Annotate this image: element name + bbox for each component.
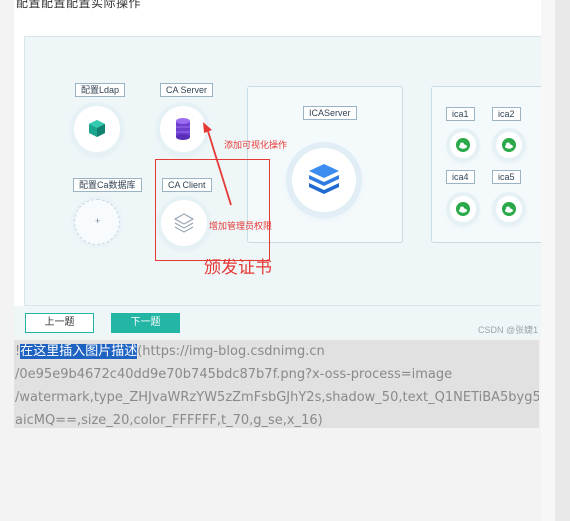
cloud-icon	[502, 202, 516, 216]
cloud-icon	[456, 202, 470, 216]
red-arrow-icon	[203, 122, 232, 206]
cloud-icon	[502, 138, 516, 152]
ica4-label: ica4	[446, 170, 475, 184]
stack-icon	[309, 164, 339, 194]
content-edge	[541, 0, 555, 521]
plus-icon: +	[95, 216, 101, 226]
annotation-issue-cert: 颁发证书	[204, 258, 272, 277]
screenshot-top-strip: 配置配置配置实际操作	[14, 0, 541, 20]
ca-database-label: 配置Ca数据库	[73, 178, 142, 192]
ica1-node[interactable]	[450, 132, 476, 158]
selected-alt-text[interactable]: 在这里插入图片描述	[20, 344, 138, 359]
embedded-screenshot: 配置配置配置实际操作 配置Ldap CA Server 配置Ca数据库 + CA…	[14, 0, 541, 338]
caption-line-3: /watermark,type_ZHJvaWRzYW5zZmFsbGJhY2s,…	[15, 390, 539, 405]
ica-server-node[interactable]	[292, 148, 356, 212]
green-cube-icon	[89, 120, 105, 137]
ica2-label: ica2	[492, 107, 521, 121]
cloud-icon	[456, 138, 470, 152]
scrollbar-track[interactable]	[555, 0, 570, 521]
caption-line-1: !在这里插入图片描述(https://img-blog.csdnimg.cn	[15, 340, 539, 363]
watermark-text: CSDN @张婕1	[478, 325, 539, 335]
annotation-admin-perm: 增加管理员权限	[209, 221, 273, 231]
caption-line-2: /0e95e9b4672c40dd9e70b745bdc87b7f.png?x-…	[15, 367, 453, 382]
ica2-node[interactable]	[496, 132, 522, 158]
prev-question-button[interactable]: 上一题	[25, 313, 94, 333]
ca-server-label: CA Server	[160, 83, 214, 97]
ldap-label: 配置Ldap	[75, 83, 126, 97]
ica4-node[interactable]	[450, 196, 476, 222]
caption-line-4: aicMQ==,size_20,color_FFFFFF,t_70,g_se,x…	[15, 413, 323, 428]
image-markdown-text[interactable]: !在这里插入图片描述(https://img-blog.csdnimg.cn /…	[14, 340, 539, 428]
ica5-label: ica5	[492, 170, 521, 184]
next-question-button[interactable]: 下一题	[111, 313, 180, 333]
ca-database-node[interactable]: +	[74, 199, 120, 245]
caption-url-start: (https://img-blog.csdnimg.cn	[137, 344, 325, 359]
ica-server-label: ICAServer	[303, 106, 357, 120]
annotation-visual-op: 添加可视化操作	[224, 140, 288, 150]
screenshot-top-text: 配置配置配置实际操作	[16, 0, 142, 10]
ica5-node[interactable]	[496, 196, 522, 222]
ldap-node[interactable]	[74, 106, 120, 152]
ica1-label: ica1	[446, 107, 475, 121]
